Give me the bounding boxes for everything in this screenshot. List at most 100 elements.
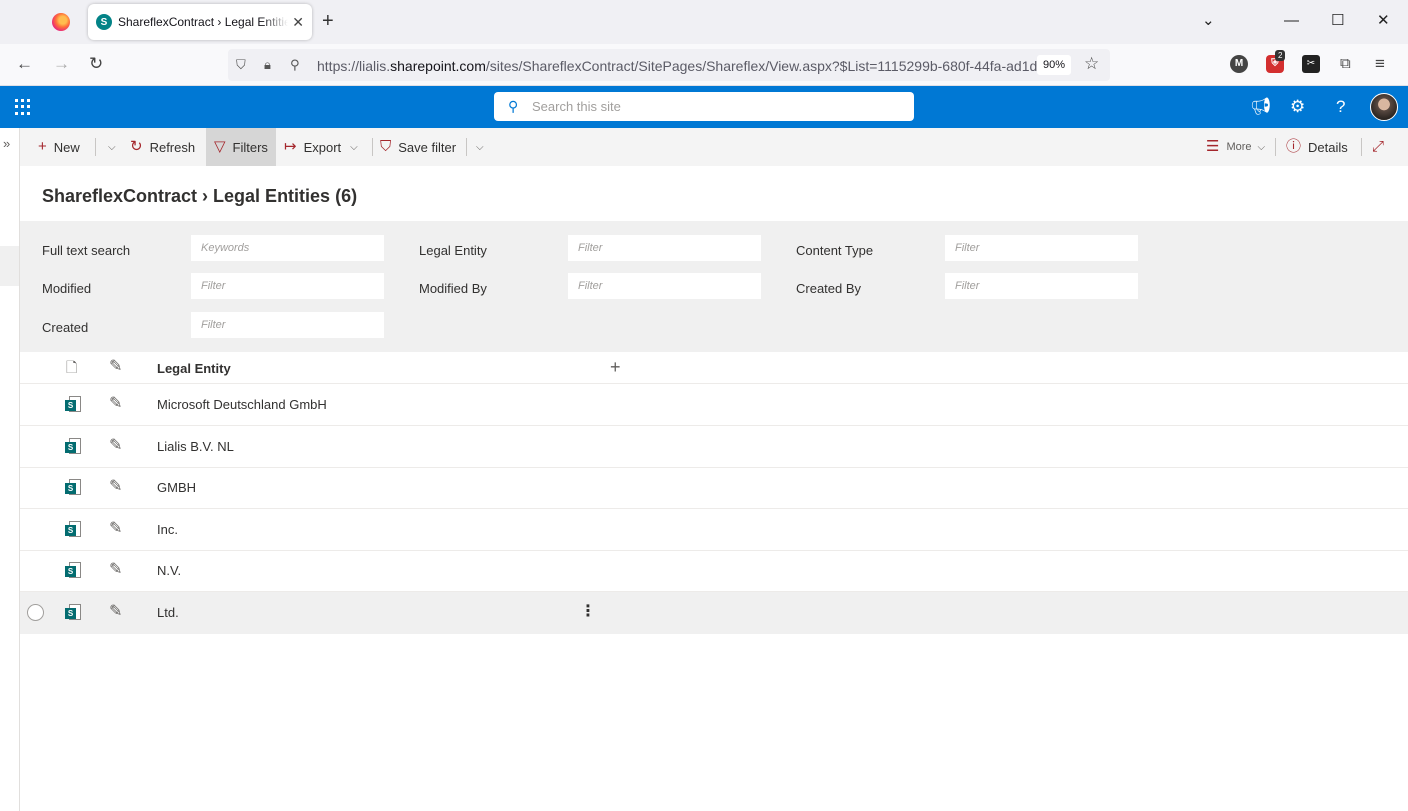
close-tab-icon[interactable]: ✕: [292, 14, 304, 31]
created-by-filter-input[interactable]: [945, 273, 1138, 299]
full-text-search-label: Full text search: [42, 243, 131, 258]
details-label: Details: [1308, 139, 1348, 155]
chevron-down-icon[interactable]: ⌄: [1202, 12, 1215, 30]
more-label: More: [1226, 141, 1252, 153]
forward-icon[interactable]: →: [53, 54, 70, 74]
avatar[interactable]: [1370, 93, 1398, 121]
firefox-icon[interactable]: [52, 13, 70, 31]
legal-entity-cell[interactable]: Lialis B.V. NL: [157, 439, 234, 454]
legal-entity-filter-input[interactable]: [568, 235, 761, 261]
chevron-down-icon: ⌵: [108, 141, 116, 153]
more-vertical-icon[interactable]: ⋮: [580, 603, 596, 621]
maximize-icon[interactable]: ☐: [1331, 12, 1344, 30]
save-filter-button[interactable]: ⛉ Save filter: [376, 128, 460, 166]
content-type-filter-input[interactable]: [945, 235, 1138, 261]
edit-column-icon: ✎: [109, 358, 123, 375]
expand-icon: ⤢: [1372, 138, 1385, 155]
edit-icon[interactable]: ✎: [109, 395, 122, 413]
new-tab-icon[interactable]: +: [322, 11, 334, 31]
list-row[interactable]: S ✎ Ltd. ⋮: [20, 592, 1408, 634]
sharepoint-doc-icon: S: [65, 562, 81, 580]
legal-entity-cell[interactable]: N.V.: [157, 563, 181, 578]
divider: [372, 138, 373, 156]
list-row[interactable]: S ✎ Microsoft Deutschland GmbH: [20, 384, 1408, 426]
app-launcher-icon[interactable]: [15, 99, 31, 115]
legal-entity-cell[interactable]: Microsoft Deutschland GmbH: [157, 397, 327, 412]
zoom-level[interactable]: 90%: [1037, 55, 1071, 75]
column-header-legal-entity[interactable]: Legal Entity: [157, 361, 231, 376]
save-filter-dropdown-button[interactable]: ⌵: [470, 128, 490, 166]
export-button[interactable]: ↦ Export ⌵: [278, 128, 364, 166]
sharepoint-doc-icon: S: [65, 604, 81, 622]
refresh-button[interactable]: ↻ Refresh: [124, 128, 201, 166]
bookmark-icon: ⛉: [380, 138, 392, 155]
row-select-radio[interactable]: [27, 604, 44, 621]
chevron-down-icon: ⌵: [350, 141, 358, 153]
save-filter-label: Save filter: [398, 139, 457, 155]
full-text-search-input[interactable]: [191, 235, 384, 261]
modified-filter-input[interactable]: [191, 273, 384, 299]
bookmark-star-icon[interactable]: ☆: [1084, 55, 1099, 73]
filters-button[interactable]: ▽ Filters: [206, 128, 276, 166]
created-by-filter-label: Created By: [796, 281, 862, 296]
minimize-icon[interactable]: —: [1284, 12, 1299, 30]
sharepoint-icon: S: [96, 14, 112, 30]
new-button[interactable]: + New: [32, 128, 86, 166]
edit-icon[interactable]: ✎: [109, 561, 122, 579]
reload-icon[interactable]: ↻: [89, 54, 103, 74]
shield-icon[interactable]: ⛉: [236, 57, 246, 73]
refresh-icon: ↻: [130, 138, 143, 155]
site-search-box[interactable]: ⚲: [494, 92, 914, 121]
url-bar[interactable]: ⛉ 🔒︎ ⚲ https://lialis.sharepoint.com/sit…: [228, 49, 1110, 81]
extension-m-icon[interactable]: M: [1230, 55, 1248, 73]
list-row[interactable]: S ✎ Lialis B.V. NL: [20, 426, 1408, 468]
legal-entity-filter-label: Legal Entity: [419, 243, 487, 258]
left-nav-strip: »: [0, 128, 20, 811]
back-icon[interactable]: ←: [16, 54, 33, 74]
created-filter-input[interactable]: [191, 312, 384, 338]
menu-icon[interactable]: ≡: [1375, 54, 1385, 74]
edit-icon[interactable]: ✎: [109, 520, 122, 538]
browser-tab[interactable]: S ShareflexContract › Legal Entities ✕: [88, 4, 312, 40]
browser-nav-bar: ← → ↻ ⛉ 🔒︎ ⚲ https://lialis.sharepoint.c…: [0, 44, 1408, 86]
search-input[interactable]: [532, 96, 892, 117]
edit-icon[interactable]: ✎: [109, 478, 122, 496]
legal-entity-cell[interactable]: Inc.: [157, 522, 178, 537]
list-row[interactable]: S ✎ N.V.: [20, 550, 1408, 592]
list-row[interactable]: S ✎ GMBH: [20, 467, 1408, 509]
file-type-icon[interactable]: 🗋︎: [66, 359, 77, 375]
list-row[interactable]: S ✎ Inc.: [20, 509, 1408, 551]
left-strip-band: [0, 246, 19, 286]
edit-icon[interactable]: ✎: [109, 437, 122, 455]
gear-icon[interactable]: ⚙: [1290, 97, 1305, 117]
extension-badge: 2: [1275, 50, 1286, 61]
close-window-icon[interactable]: ✕: [1377, 12, 1390, 30]
expand-nav-icon[interactable]: »: [3, 136, 10, 151]
extension-icon[interactable]: ✂: [1302, 55, 1320, 73]
tab-title: ShareflexContract › Legal Entities: [118, 15, 289, 29]
sharepoint-doc-icon: S: [65, 479, 81, 497]
modified-by-filter-label: Modified By: [419, 281, 487, 296]
content-type-filter-label: Content Type: [796, 243, 874, 258]
details-button[interactable]: ⓘ Details: [1280, 128, 1354, 166]
refresh-label: Refresh: [149, 139, 196, 155]
add-column-icon[interactable]: +: [610, 357, 621, 377]
megaphone-icon[interactable]: 📢︎: [1250, 97, 1272, 117]
export-label: Export: [303, 139, 342, 155]
edit-icon[interactable]: ✎: [109, 603, 122, 621]
lock-icon[interactable]: 🔒︎: [264, 57, 271, 73]
help-icon[interactable]: ?: [1336, 97, 1345, 117]
modified-by-filter-input[interactable]: [568, 273, 761, 299]
permissions-icon[interactable]: ⚲: [290, 57, 300, 73]
legal-entity-cell[interactable]: GMBH: [157, 480, 196, 495]
new-dropdown-button[interactable]: ⌵: [100, 128, 124, 166]
divider: [1275, 138, 1276, 156]
more-button[interactable]: ☰ More ⌵: [1200, 128, 1271, 166]
search-icon: ⚲: [508, 98, 519, 114]
legal-entity-cell[interactable]: Ltd.: [157, 605, 179, 620]
expand-button[interactable]: ⤢: [1366, 128, 1390, 166]
extensions-puzzle-icon[interactable]: ⧉: [1340, 54, 1351, 74]
url-text[interactable]: https://lialis.sharepoint.com/sites/Shar…: [317, 58, 1037, 74]
filter-panel: Full text search Legal Entity Content Ty…: [20, 221, 1408, 352]
sharepoint-suite-bar: ⚲ 📢︎ ⚙ ?: [0, 86, 1408, 128]
